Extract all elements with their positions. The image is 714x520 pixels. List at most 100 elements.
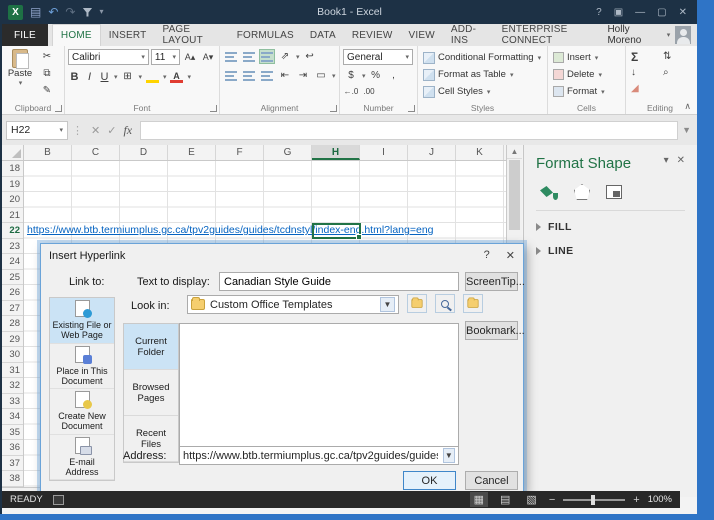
ribbon-tab[interactable]: FILE — [2, 24, 48, 46]
ok-button[interactable]: OK — [403, 471, 456, 490]
collapse-ribbon-icon[interactable]: ∧ — [684, 101, 691, 112]
row-header[interactable]: 28 — [2, 316, 23, 332]
column-header[interactable]: K — [456, 145, 504, 160]
cancel-button[interactable]: Cancel — [465, 471, 518, 490]
cells-button[interactable]: Insert ▾ — [551, 49, 622, 66]
places-tab[interactable]: Current Folder — [124, 324, 178, 370]
row-header[interactable]: 23 — [2, 239, 23, 254]
row-header[interactable]: 37 — [2, 456, 23, 471]
select-all-button[interactable] — [2, 145, 24, 160]
currency-button[interactable]: $ — [343, 68, 359, 83]
find-select-button[interactable]: ⌕ — [661, 65, 691, 80]
column-header[interactable]: E — [168, 145, 216, 160]
decrease-decimal-button[interactable]: .00 — [361, 84, 377, 99]
page-break-view-icon[interactable]: ▧ — [522, 492, 540, 507]
filter-icon[interactable] — [82, 7, 93, 17]
style-button[interactable]: Conditional Formatting ▾ — [421, 49, 544, 66]
clear-button[interactable]: ◢ — [629, 81, 659, 96]
align-left-button[interactable] — [223, 68, 239, 83]
minimize-icon[interactable]: — — [635, 7, 645, 18]
font-name-combo[interactable]: Calibri ▾ — [68, 49, 149, 65]
macro-record-icon[interactable] — [52, 494, 64, 505]
close-icon[interactable]: ✕ — [679, 7, 687, 18]
cells-button[interactable]: Format ▾ — [551, 83, 622, 100]
screentip-button[interactable]: ScreenTip... — [465, 272, 525, 291]
row-header[interactable]: 22 — [2, 223, 23, 239]
ribbon-tab[interactable]: HOME — [51, 24, 101, 46]
look-in-combo[interactable]: Custom Office Templates ▼ — [187, 295, 399, 314]
row-header[interactable]: 20 — [2, 192, 23, 208]
save-icon[interactable]: ▤ — [30, 6, 41, 18]
pane-section-header[interactable]: LINE — [536, 245, 685, 257]
scroll-up-icon[interactable]: ▲ — [507, 145, 522, 159]
formula-bar-expand-icon[interactable]: ▼ — [682, 125, 693, 135]
copy-icon[interactable]: ⧉ — [39, 66, 55, 81]
browse-file-button[interactable] — [463, 294, 483, 313]
format-painter-icon[interactable]: ✎ — [39, 83, 55, 98]
borders-button[interactable]: ⊞ — [120, 69, 136, 84]
pane-section-header[interactable]: FILL — [536, 221, 685, 233]
row-header[interactable]: 25 — [2, 270, 23, 285]
ribbon-tab[interactable]: INSERT — [101, 24, 155, 46]
zoom-in-icon[interactable]: + — [633, 494, 639, 506]
column-header[interactable]: I — [360, 145, 408, 160]
hyperlink-cell[interactable]: https://www.btb.termiumplus.gc.ca/tpv2gu… — [27, 224, 434, 236]
increase-decimal-button[interactable]: ←.0 — [343, 84, 359, 99]
ribbon-tab[interactable]: REVIEW — [344, 24, 401, 46]
align-top-button[interactable] — [223, 49, 239, 64]
row-header[interactable]: 19 — [2, 177, 23, 192]
text-to-display-input[interactable] — [219, 272, 459, 291]
decrease-indent-button[interactable]: ⇤ — [277, 68, 293, 83]
bold-button[interactable]: B — [68, 69, 81, 84]
ribbon-tab[interactable]: VIEW — [401, 24, 443, 46]
column-header[interactable]: G — [264, 145, 312, 160]
link-to-option[interactable]: E-mail Address — [50, 435, 114, 480]
size-properties-tab-icon[interactable] — [606, 185, 622, 199]
italic-button[interactable]: I — [83, 69, 96, 84]
maximize-icon[interactable]: ▢ — [657, 7, 666, 18]
qat-customize-icon[interactable]: ▾ — [99, 8, 103, 16]
selected-cell-H22[interactable] — [312, 223, 362, 240]
link-to-option[interactable]: Existing File or Web Page — [50, 298, 114, 344]
merge-center-button[interactable]: ▭ — [313, 68, 329, 83]
font-size-combo[interactable]: 11 ▾ — [150, 49, 180, 65]
row-header[interactable]: 34 — [2, 409, 23, 425]
dialog-help-icon[interactable]: ? — [484, 249, 490, 262]
link-to-option[interactable]: Place in This Document — [50, 344, 114, 389]
cancel-entry-icon[interactable]: ✕ — [91, 124, 100, 137]
normal-view-icon[interactable]: ▦ — [469, 492, 488, 507]
column-header[interactable]: D — [120, 145, 168, 160]
align-right-button[interactable] — [259, 68, 275, 83]
address-combo[interactable]: https://www.btb.termiumplus.gc.ca/tpv2gu… — [179, 446, 459, 465]
enter-entry-icon[interactable]: ✓ — [107, 124, 116, 137]
formula-input[interactable] — [140, 120, 679, 140]
ribbon-tab[interactable]: FORMULAS — [229, 24, 302, 46]
shrink-font-icon[interactable]: A▾ — [200, 50, 216, 65]
zoom-slider-thumb[interactable] — [591, 494, 596, 505]
insert-function-icon[interactable]: fx — [123, 123, 132, 138]
avatar[interactable] — [675, 26, 691, 44]
zoom-level[interactable]: 100% — [648, 494, 672, 505]
dialog-close-icon[interactable]: ✕ — [506, 249, 515, 262]
ribbon-tab[interactable]: DATA — [302, 24, 344, 46]
account-area[interactable]: Holly Moreno ▾ — [607, 24, 697, 46]
column-header[interactable]: H — [312, 145, 360, 160]
cells-button[interactable]: Delete ▾ — [551, 66, 622, 83]
page-layout-view-icon[interactable]: ▤ — [496, 492, 514, 507]
row-header[interactable]: 31 — [2, 363, 23, 378]
pane-close-icon[interactable]: ✕ — [677, 155, 685, 166]
wrap-text-button[interactable]: ↩ — [302, 49, 318, 64]
redo-icon[interactable]: ↷ — [65, 6, 75, 18]
row-header[interactable]: 30 — [2, 347, 23, 363]
number-format-combo[interactable]: General ▾ — [343, 49, 413, 65]
help-icon[interactable]: ? — [596, 7, 602, 18]
places-tab[interactable]: Browsed Pages — [124, 370, 178, 416]
style-button[interactable]: Cell Styles ▾ — [421, 83, 544, 100]
browse-web-button[interactable] — [435, 294, 455, 313]
row-header[interactable]: 27 — [2, 301, 23, 316]
row-header[interactable]: 21 — [2, 208, 23, 223]
pane-options-caret-icon[interactable]: ▾ — [664, 155, 669, 166]
align-middle-button[interactable] — [241, 49, 257, 64]
vertical-scroll-thumb[interactable] — [509, 160, 520, 230]
comma-button[interactable]: , — [386, 68, 402, 83]
